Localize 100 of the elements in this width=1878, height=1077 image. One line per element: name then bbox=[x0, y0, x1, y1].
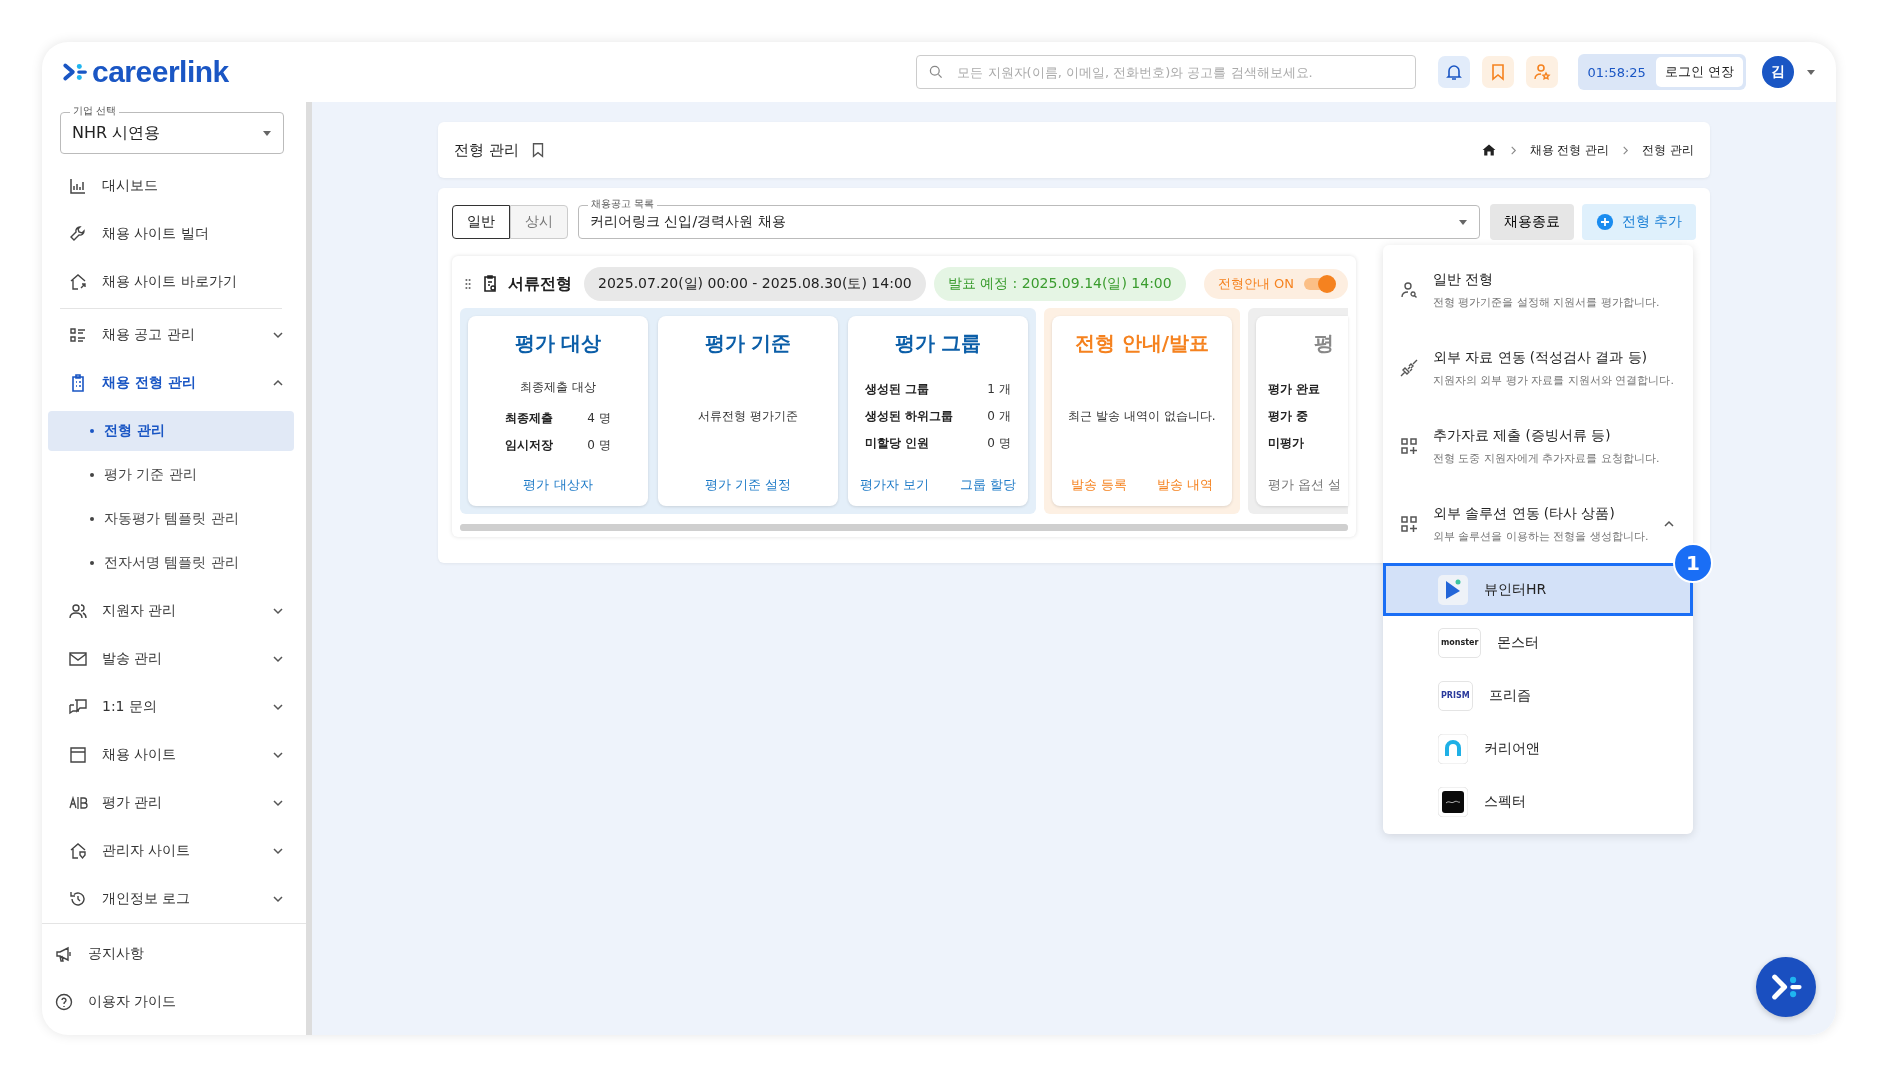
sidebar-item-label: 채용 사이트 바로가기 bbox=[102, 273, 237, 291]
sidebar-item-label: 관리자 사이트 bbox=[102, 842, 192, 860]
card-link[interactable]: 그룹 할당 bbox=[959, 476, 1016, 494]
person-search-icon bbox=[1399, 280, 1419, 300]
row-label: 생성된 그룹 bbox=[865, 381, 931, 398]
stage-name: 서류전형 bbox=[508, 273, 572, 295]
drag-handle-icon[interactable] bbox=[464, 277, 472, 291]
posting-select[interactable]: 채용공고 목록 커리어링크 신입/경력사원 채용 bbox=[578, 197, 1480, 239]
logo-text: careerlink bbox=[92, 55, 229, 89]
menu-item[interactable]: 외부 자료 연동 (적성검사 결과 등) 지원자의 외부 평가 자료를 지원서와 연결합니다. bbox=[1383, 329, 1693, 407]
grid-plus-icon bbox=[1399, 436, 1419, 456]
menu-item[interactable]: 추가자료 제출 (증빙서류 등) 전형 도중 지원자에게 추가자료를 요청합니다. bbox=[1383, 407, 1693, 485]
sidebar-item[interactable]: 공지사항 bbox=[42, 930, 306, 978]
megaphone-icon bbox=[54, 944, 74, 964]
end-recruitment-button[interactable]: 채용종료 bbox=[1489, 204, 1574, 240]
breadcrumb-link[interactable]: 채용 전형 관리 bbox=[1529, 141, 1610, 159]
sidebar-item[interactable]: 이용자 가이드 bbox=[42, 978, 306, 1026]
list-icon bbox=[68, 325, 88, 345]
menu-item-title: 외부 자료 연동 (적성검사 결과 등) bbox=[1433, 348, 1648, 367]
sidebar-item-label: 채용 전형 관리 bbox=[102, 374, 197, 392]
bell-icon bbox=[1444, 62, 1465, 82]
row-label: 미평가 bbox=[1268, 435, 1305, 452]
menu-item-title: 일반 전형 bbox=[1433, 270, 1495, 289]
menu-item-description: 외부 솔루션을 이용하는 전형을 생성합니다. bbox=[1433, 528, 1649, 544]
solution-item[interactable]: 커리어앤 bbox=[1383, 722, 1693, 775]
card-link[interactable]: 평가 대상자 bbox=[523, 476, 593, 494]
arch-logo-icon bbox=[1438, 733, 1468, 764]
grid-plus-icon bbox=[1399, 514, 1419, 534]
tab[interactable]: 일반 bbox=[452, 205, 510, 239]
sidebar-item-label: 발송 관리 bbox=[102, 650, 164, 668]
card-title: 평가 대상 bbox=[514, 330, 602, 357]
card-link[interactable]: 평가 기준 설정 bbox=[704, 476, 792, 494]
row-label: 생성된 하위그룹 bbox=[865, 408, 954, 425]
announcement-chip: 발표 예정 : 2025.09.14(일) 14:00 bbox=[933, 267, 1186, 301]
search-icon bbox=[928, 64, 945, 80]
sidebar-subitem[interactable]: 평가 기준 관리 bbox=[48, 455, 294, 495]
row-label: 미할당 인원 bbox=[865, 435, 931, 452]
solution-item[interactable]: monster 몬스터 bbox=[1383, 616, 1693, 669]
row-value: 0 명 bbox=[587, 437, 611, 454]
company-select-label: 기업 선택 bbox=[70, 104, 120, 118]
sidebar-subitem[interactable]: 전형 관리 bbox=[48, 411, 294, 451]
sidebar-item-label: 공지사항 bbox=[88, 945, 144, 963]
chevron-right-icon bbox=[1621, 145, 1631, 155]
sidebar-item[interactable]: 1:1 문의 bbox=[48, 683, 294, 731]
period-chip: 2025.07.20(일) 00:00 - 2025.08.30(토) 14:00 bbox=[584, 267, 926, 301]
card-link[interactable]: 평가자 보기 bbox=[860, 476, 930, 494]
chevron-right-icon bbox=[1508, 145, 1518, 155]
user-star-button[interactable] bbox=[1526, 56, 1559, 88]
user-star-icon bbox=[1532, 62, 1553, 82]
caret-icon[interactable] bbox=[1806, 67, 1816, 77]
scrollbar-thumb[interactable] bbox=[460, 524, 1348, 531]
row-value: 0 개 bbox=[987, 408, 1011, 425]
sidebar-item[interactable]: 채용 사이트 bbox=[48, 731, 294, 779]
sidebar-item[interactable]: 채용 사이트 빌더 bbox=[48, 210, 294, 258]
solution-item[interactable]: PRISM 프리즘 bbox=[1383, 669, 1693, 722]
chart-icon bbox=[68, 176, 88, 196]
home-icon[interactable] bbox=[1480, 142, 1497, 158]
sidebar-subitem[interactable]: 자동평가 템플릿 관리 bbox=[48, 499, 294, 539]
add-stage-button[interactable]: 전형 추가 bbox=[1581, 204, 1696, 240]
sidebar-item-label: 채용 공고 관리 bbox=[102, 326, 196, 344]
card-link[interactable]: 평가 옵션 설 bbox=[1268, 476, 1342, 494]
solution-item[interactable]: 스펙터 bbox=[1383, 775, 1693, 828]
sidebar-item-label: 지원자 관리 bbox=[102, 602, 178, 620]
history-icon bbox=[68, 889, 88, 909]
menu-item[interactable]: 일반 전형 전형 평가기준을 설정해 지원서를 평가합니다. bbox=[1383, 251, 1693, 329]
solution-name: 몬스터 bbox=[1497, 633, 1540, 652]
notification-button[interactable] bbox=[1438, 56, 1471, 88]
home-shield-icon bbox=[68, 841, 88, 861]
plus-circle-icon bbox=[1595, 213, 1614, 231]
extend-login-button[interactable]: 로그인 연장 bbox=[1655, 57, 1743, 87]
sidebar-item[interactable]: 개인정보 로그 bbox=[48, 875, 294, 923]
card-title: 평가 기준 bbox=[704, 330, 792, 357]
play-logo-icon bbox=[1438, 574, 1468, 605]
solution-name: 스펙터 bbox=[1484, 792, 1526, 811]
caret-icon bbox=[1457, 217, 1468, 227]
sidebar-item[interactable]: 발송 관리 bbox=[48, 635, 294, 683]
company-select[interactable]: 기업 선택 NHR 시연용 bbox=[60, 104, 284, 154]
sidebar-item[interactable]: 대시보드 bbox=[48, 162, 294, 210]
sidebar-item[interactable]: 관리자 사이트 bbox=[48, 827, 294, 875]
solution-name: 커리어앤 bbox=[1484, 739, 1540, 758]
sidebar-item[interactable]: 채용 공고 관리 bbox=[48, 311, 294, 359]
menu-item-description: 전형 평가기준을 설정해 지원서를 평가합니다. bbox=[1433, 294, 1661, 310]
sidebar-item[interactable]: 채용 전형 관리 bbox=[48, 359, 294, 407]
sidebar-item-label: 1:1 문의 bbox=[102, 698, 158, 716]
window-icon bbox=[68, 745, 88, 765]
sidebar-item[interactable]: 평가 관리 bbox=[48, 779, 294, 827]
user-avatar[interactable]: 김 bbox=[1762, 56, 1794, 88]
tab[interactable]: 상시 bbox=[510, 205, 568, 239]
row-label: 임시저장 bbox=[505, 437, 554, 454]
sidebar-item[interactable]: 채용 사이트 바로가기 bbox=[48, 258, 294, 306]
plug-icon bbox=[1399, 358, 1419, 378]
search-field[interactable]: 모든 지원자(이름, 이메일, 전화번호)와 공고를 검색해보세요. bbox=[916, 55, 1417, 89]
row-label: 평가 완료 bbox=[1268, 381, 1321, 398]
sidebar-subitem[interactable]: 전자서명 템플릿 관리 bbox=[48, 543, 294, 583]
card-note: 서류전형 평가기준 bbox=[698, 408, 798, 425]
breadcrumb-link[interactable]: 전형 관리 bbox=[1642, 141, 1694, 159]
row-value: 0 명 bbox=[987, 435, 1011, 452]
sidebar-item[interactable]: 지원자 관리 bbox=[48, 587, 294, 635]
card-subtitle: 최종제출 대상 bbox=[520, 379, 596, 396]
card-title: 평가 그룹 bbox=[894, 330, 982, 357]
